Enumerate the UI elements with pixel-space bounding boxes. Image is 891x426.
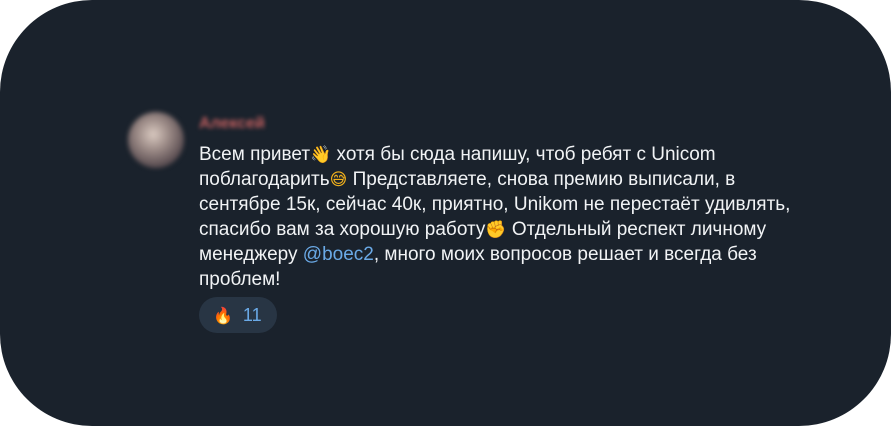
text-segment: проблем! (199, 269, 281, 290)
reaction-button[interactable]: 🔥 11 (199, 297, 277, 333)
message-text: Всем привет👋 хотя бы сюда напишу, чтоб р… (199, 142, 849, 292)
text-segment: Представляете, снова премию выписали, в (347, 169, 736, 190)
message-line: менеджеру @boec2, много моих вопросов ре… (199, 242, 849, 267)
text-segment: сентябре 15к, сейчас 40к, приятно, Uniko… (199, 194, 791, 215)
message-line: проблем! (199, 267, 849, 292)
reaction-count: 11 (242, 304, 262, 325)
user-avatar[interactable] (128, 112, 184, 168)
text-segment: хотя бы сюда напишу, чтоб ребят с Unicom (331, 144, 716, 165)
text-segment: поблагодарить (199, 169, 330, 190)
raised-fist-icon: ✊ (485, 220, 507, 240)
message-card: Алексей Всем привет👋 хотя бы сюда напишу… (0, 0, 891, 426)
author-name[interactable]: Алексей (199, 115, 265, 133)
text-segment: спасибо вам за хорошую работу (199, 219, 486, 240)
text-segment: менеджеру (199, 244, 303, 265)
message-line: сентябре 15к, сейчас 40к, приятно, Uniko… (199, 192, 849, 217)
message-line: поблагодарить😅 Представляете, снова прем… (199, 167, 849, 192)
text-segment: , много моих вопросов решает и всегда бе… (373, 244, 757, 265)
waving-hand-icon: 👋 (310, 145, 332, 165)
mention-link[interactable]: @boec2 (303, 244, 374, 265)
text-segment: Всем привет (199, 144, 311, 165)
sweat-smile-icon: 😅 (329, 170, 348, 190)
message-line: спасибо вам за хорошую работу✊ Отдельный… (199, 217, 849, 242)
text-segment: Отдельный респект личному (506, 219, 767, 240)
fire-icon: 🔥 (213, 305, 233, 325)
message-line: Всем привет👋 хотя бы сюда напишу, чтоб р… (199, 142, 849, 167)
